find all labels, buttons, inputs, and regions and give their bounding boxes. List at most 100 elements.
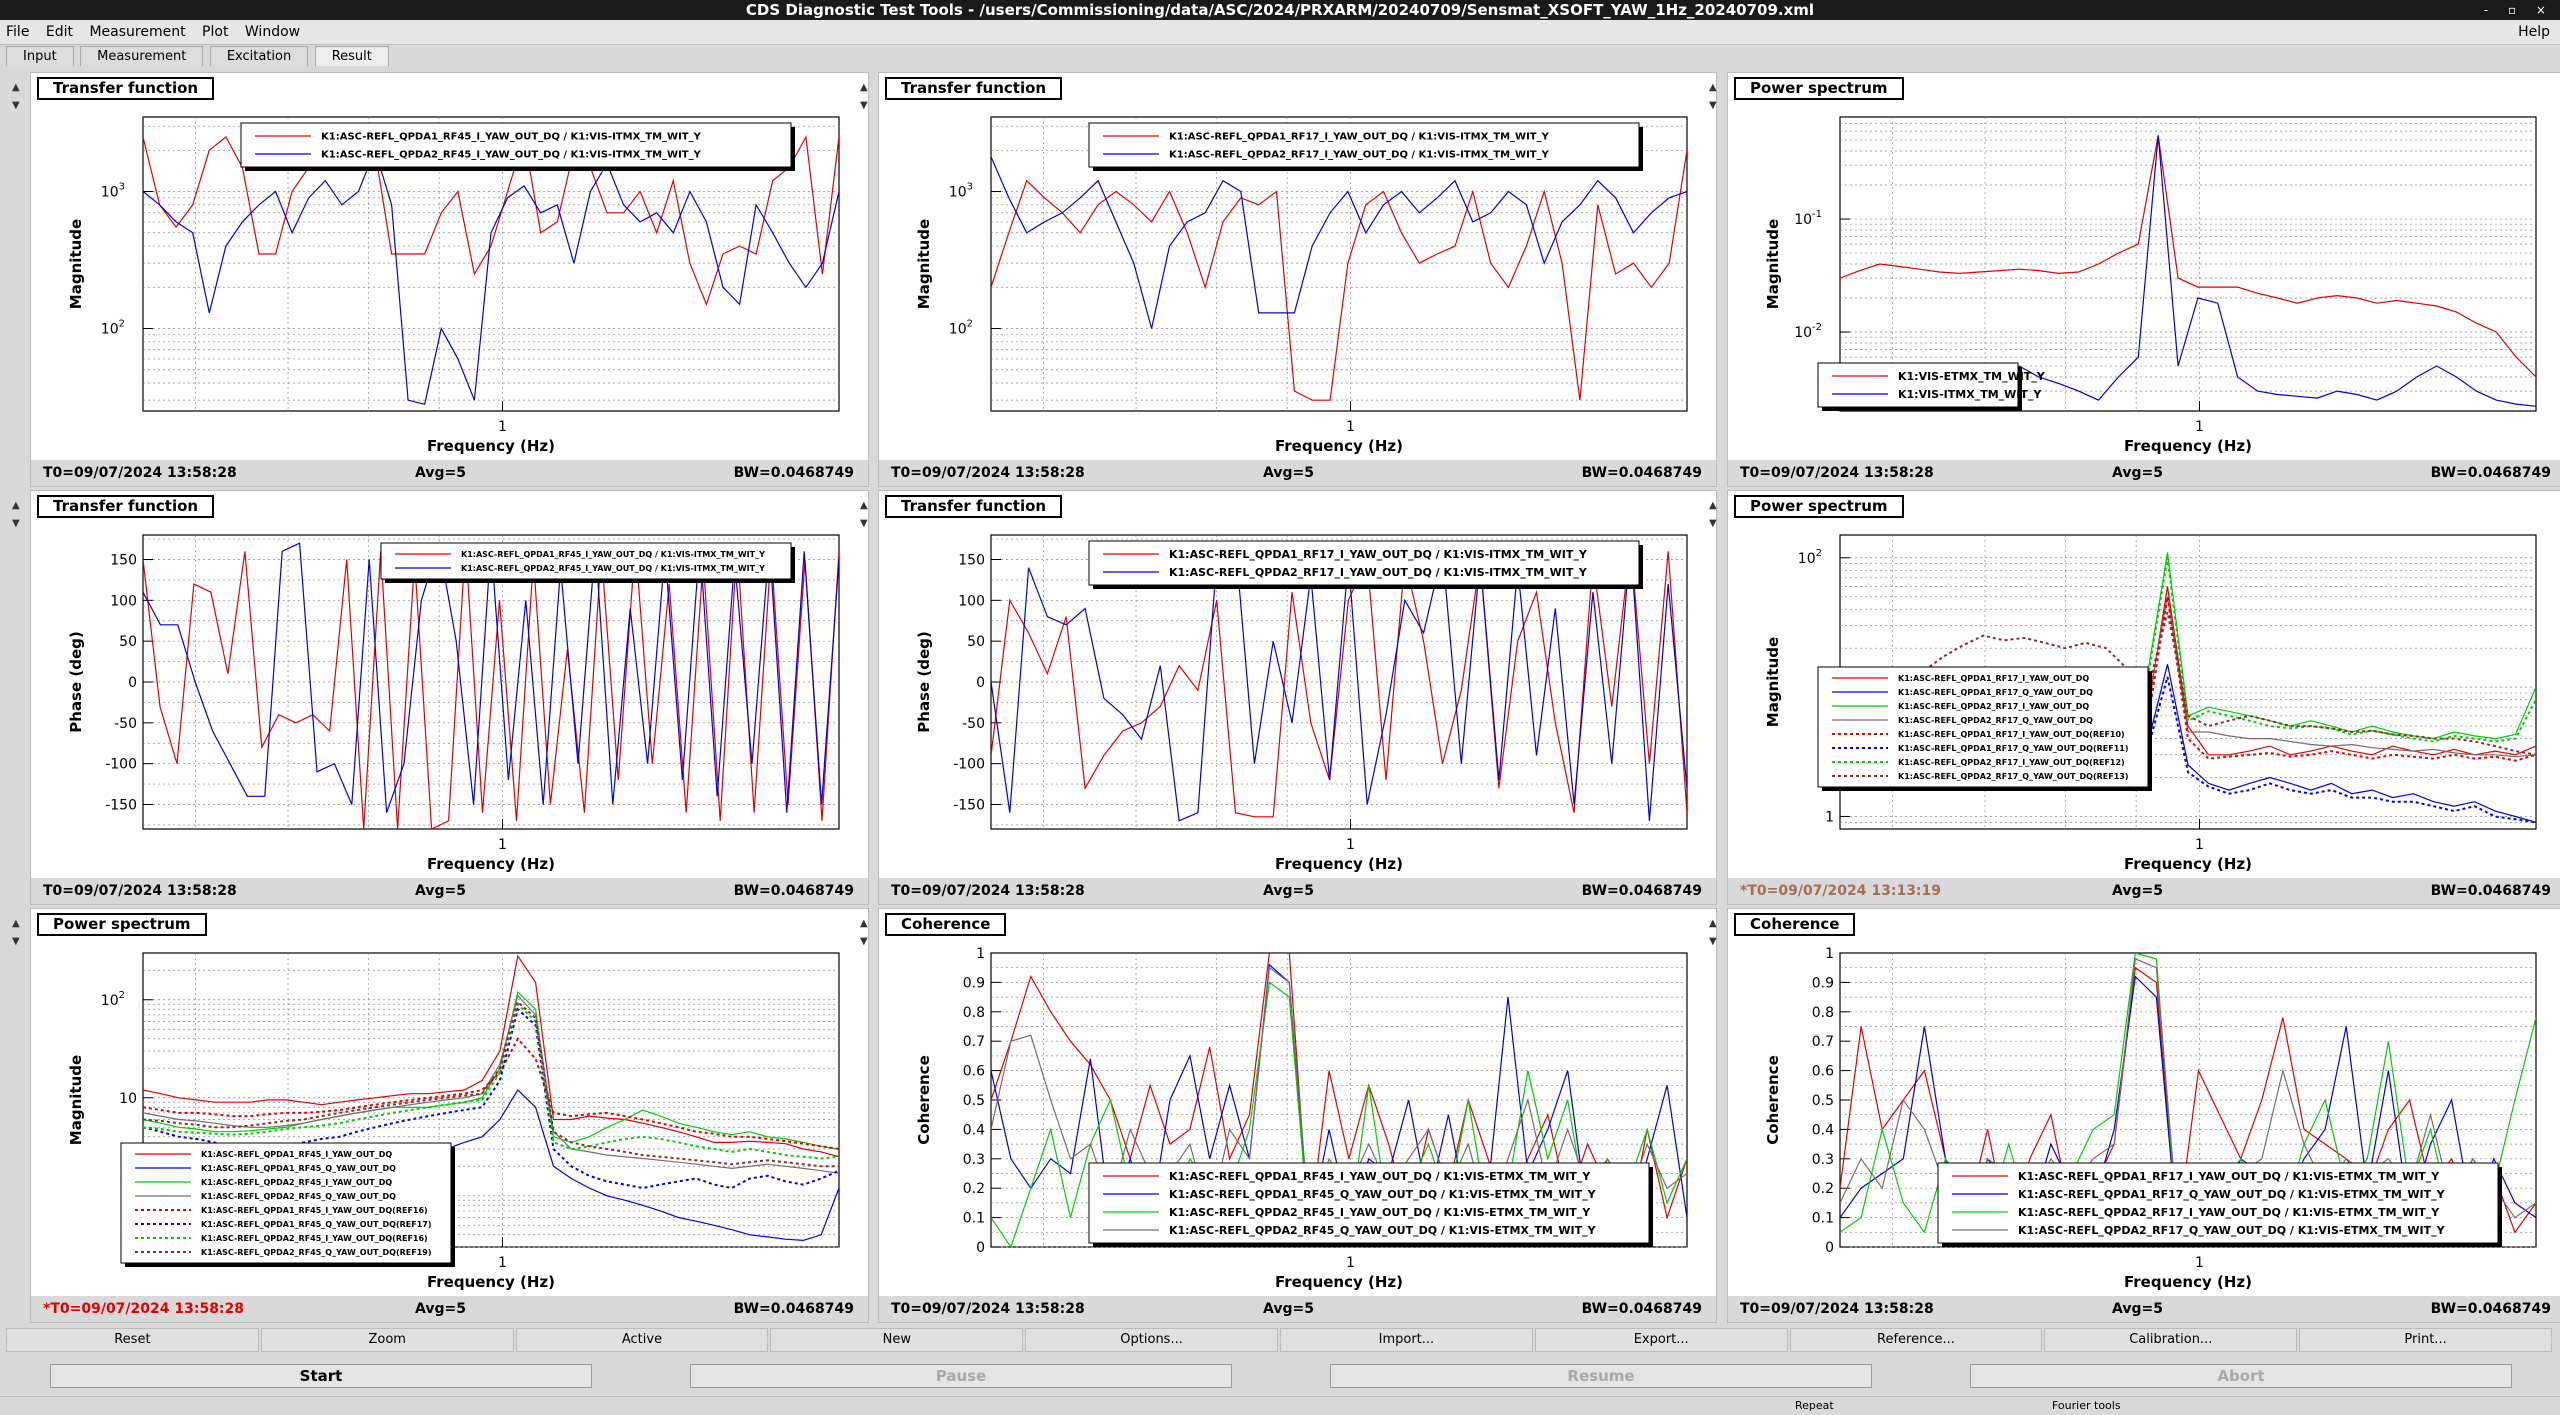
x-axis-label: Frequency (Hz) [427,437,555,455]
t0-label: T0=09/07/2024 13:58:28 [43,465,237,481]
x-axis-label: Frequency (Hz) [427,855,555,873]
plot-button-row: Reset Zoom Active New Options... Import.… [6,1328,2554,1352]
scroll-down-arrow[interactable]: ▼ [1709,100,1717,111]
start-button[interactable]: Start [50,1364,592,1388]
plot-footer: *T0=09/07/2024 13:13:19 Avg=5 BW=0.04687… [1728,878,2560,904]
t0-label: T0=09/07/2024 13:58:28 [891,465,1085,481]
t0-label: T0=09/07/2024 13:58:28 [43,883,237,899]
menu-measurement[interactable]: Measurement [83,20,191,44]
plot-title: Transfer function [37,77,215,100]
plot-chart[interactable]: 0 0.1 0.2 0.3 0.4 0.5 0.6 0.7 0.8 0.9 1 1 Frequency … [879,909,1716,1296]
scroll-up-arrow[interactable]: ▲ [12,82,20,93]
legend-entry: K1:ASC-REFL_QPDA2_RF45_Q_YAW_OUT_DQ / K1… [1169,1224,1597,1237]
plot-footer: T0=09/07/2024 13:58:28 Avg=5 BW=0.046874… [31,878,868,904]
plot-footer: T0=09/07/2024 13:58:28 Avg=5 BW=0.046874… [1728,1296,2560,1322]
plot-panel[interactable]: 0 0.1 0.2 0.3 0.4 0.5 0.6 0.7 0.8 0.9 1 1 Frequency … [1727,908,2560,1323]
bw-label: BW=0.0468749 [1581,883,1702,899]
y-tick-label: 1 [1825,946,1834,962]
new-button[interactable]: New [770,1328,1024,1352]
print-button[interactable]: Print... [2299,1328,2552,1352]
export-button[interactable]: Export... [1534,1328,1788,1352]
scroll-up-arrow[interactable]: ▲ [860,500,868,511]
plot-panel[interactable]: 10-2 10-1 1 Frequency (Hz) Magnitude K1:VIS-E… [1727,72,2560,487]
zoom-button[interactable]: Zoom [260,1328,514,1352]
reset-button[interactable]: Reset [6,1328,259,1352]
plot-chart[interactable]: -150 -100 -50 0 50 100 150 1 Frequency (Hz) Phase… [879,491,1716,878]
tab-measurement[interactable]: Measurement [80,46,204,66]
t0-label: *T0=09/07/2024 13:13:19 [1740,883,1942,899]
tab-result[interactable]: Result [314,46,389,66]
y-tick-label: 0.8 [1812,1005,1834,1021]
calibration-button[interactable]: Calibration... [2044,1328,2298,1352]
bw-label: BW=0.0468749 [733,465,854,481]
scroll-down-arrow[interactable]: ▼ [860,100,868,111]
legend-entry: K1:ASC-REFL_QPDA2_RF17_Q_YAW_OUT_DQ [1898,716,2093,725]
plot-panel[interactable]: -150 -100 -50 0 50 100 150 1 Frequency (Hz) Phase… [878,490,1717,905]
y-tick-label: 102 [949,319,973,338]
avg-label: Avg=5 [1263,1301,1314,1317]
menu-window[interactable]: Window [239,20,306,44]
plot-panel[interactable]: 1101021Frequency (Hz)MagnitudeK1:ASC-REF… [1727,490,2560,905]
pause-button[interactable]: Pause [690,1364,1232,1388]
plot-chart[interactable]: 10-2 10-1 1 Frequency (Hz) Magnitude K1:VIS-E… [1728,73,2560,460]
menu-file[interactable]: File [0,20,35,44]
scroll-down-arrow[interactable]: ▼ [860,518,868,529]
abort-button[interactable]: Abort [1970,1364,2512,1388]
scroll-up-arrow[interactable]: ▲ [1709,918,1717,929]
plot-chart[interactable]: 102 103 1 Frequency (Hz) Magnitude K1:ASC-REF… [31,73,868,460]
y-tick-label: -100 [953,757,985,773]
y-tick-label: 102 [101,990,125,1009]
y-axis-label: Magnitude [67,1055,85,1145]
scroll-up-arrow[interactable]: ▲ [12,918,20,929]
scroll-up-arrow[interactable]: ▲ [12,500,20,511]
scroll-up-arrow[interactable]: ▲ [1709,82,1717,93]
y-tick-label: -50 [114,716,137,732]
scroll-down-arrow[interactable]: ▼ [1709,518,1717,529]
plot-chart[interactable]: 102 103 1 Frequency (Hz) Magnitude K1:ASC-REF… [879,73,1716,460]
tab-excitation[interactable]: Excitation [209,46,309,66]
active-button[interactable]: Active [515,1328,769,1352]
x-tick-label: 1 [2195,1255,2204,1271]
legend-entry: K1:ASC-REFL_QPDA2_RF17_I_YAW_OUT_DQ(REF1… [1898,758,2125,767]
legend-entry: K1:ASC-REFL_QPDA1_RF17_Q_YAW_OUT_DQ / K1… [2018,1188,2446,1201]
legend-entry: K1:ASC-REFL_QPDA1_RF45_Q_YAW_OUT_DQ / K1… [1169,1188,1597,1201]
window-title: CDS Diagnostic Test Tools - /users/Commi… [745,1,1815,19]
plot-chart[interactable]: -150 -100 -50 0 50 100 150 1 Frequency (Hz) Phase… [31,491,868,878]
plot-panel[interactable]: 1101021Frequency (Hz)MagnitudeK1:ASC-REF… [30,908,869,1323]
scroll-up-arrow[interactable]: ▲ [1709,500,1717,511]
plot-panel[interactable]: 102 103 1 Frequency (Hz) Magnitude K1:ASC-REF… [30,72,869,487]
window-controls[interactable]: - ▫ × [2484,0,2554,20]
y-tick-label: 10 [119,1091,137,1107]
import-button[interactable]: Import... [1279,1328,1533,1352]
plot-chart[interactable]: 1101021Frequency (Hz)MagnitudeK1:ASC-REF… [31,909,868,1296]
menu-bar: File Edit Measurement Plot Window Help [0,20,2560,45]
menu-plot[interactable]: Plot [196,20,234,44]
tab-input[interactable]: Input [6,46,74,66]
plot-title: Transfer function [885,495,1063,518]
reference-button[interactable]: Reference... [1789,1328,2043,1352]
scroll-up-arrow[interactable]: ▲ [860,82,868,93]
scroll-down-arrow[interactable]: ▼ [1709,936,1717,947]
plot-panel[interactable]: 0 0.1 0.2 0.3 0.4 0.5 0.6 0.7 0.8 0.9 1 1 Frequency … [878,908,1717,1323]
plot-chart[interactable]: 1101021Frequency (Hz)MagnitudeK1:ASC-REF… [1728,491,2560,878]
scroll-down-arrow[interactable]: ▼ [860,936,868,947]
status-fourier-tools: Fourier tools [2052,1399,2121,1412]
scroll-down-arrow[interactable]: ▼ [12,518,20,529]
resume-button[interactable]: Resume [1330,1364,1872,1388]
y-tick-label: 0.3 [963,1152,985,1168]
options-button[interactable]: Options... [1025,1328,1278,1352]
plot-chart[interactable]: 0 0.1 0.2 0.3 0.4 0.5 0.6 0.7 0.8 0.9 1 1 Frequency … [1728,909,2560,1296]
plot-panel[interactable]: 102 103 1 Frequency (Hz) Magnitude K1:ASC-REF… [878,72,1717,487]
y-tick-label: 50 [967,634,985,650]
menu-edit[interactable]: Edit [40,20,79,44]
plot-panel[interactable]: -150 -100 -50 0 50 100 150 1 Frequency (Hz) Phase… [30,490,869,905]
y-tick-label: 0.5 [963,1093,985,1109]
scroll-down-arrow[interactable]: ▼ [12,100,20,111]
scroll-down-arrow[interactable]: ▼ [12,936,20,947]
y-tick-label: 0.8 [963,1005,985,1021]
x-axis-label: Frequency (Hz) [1275,437,1403,455]
menu-help[interactable]: Help [2512,20,2556,44]
scroll-up-arrow[interactable]: ▲ [860,918,868,929]
legend-entry: K1:ASC-REFL_QPDA1_RF17_I_YAW_OUT_DQ(REF1… [1898,730,2125,739]
y-tick-label: -50 [962,716,985,732]
